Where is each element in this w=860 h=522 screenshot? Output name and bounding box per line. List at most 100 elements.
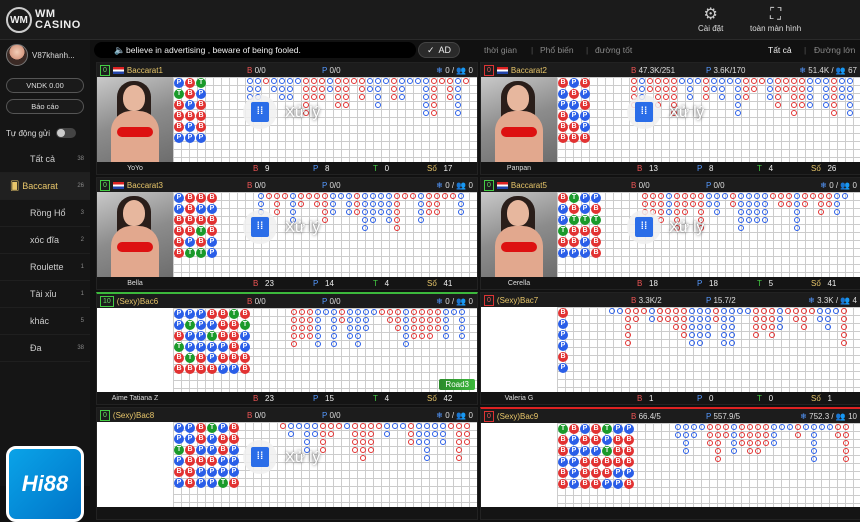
menu-item-tai-xiu[interactable]: Tài xỉu 1	[0, 281, 90, 308]
dealer-video[interactable]	[97, 77, 173, 171]
bead-banker: B	[185, 364, 195, 374]
table-number: 0	[484, 410, 494, 422]
hi88-banner[interactable]: Hi88	[6, 446, 84, 522]
total-bet: 0	[445, 180, 450, 190]
big-road-mark	[312, 423, 318, 429]
dealer-video[interactable]	[481, 307, 557, 392]
big-road-mark	[423, 94, 429, 100]
road3-badge[interactable]: Road3	[439, 379, 475, 390]
big-road-mark	[738, 225, 744, 231]
big-road-mark	[355, 325, 361, 331]
big-road-mark	[439, 78, 445, 84]
big-road-mark	[288, 431, 294, 437]
big-road-mark	[410, 193, 416, 199]
menu-item-other[interactable]: khác 5	[0, 308, 90, 335]
bead-banker: B	[174, 100, 184, 110]
round-count: Số 41	[427, 278, 453, 288]
dealer-video[interactable]	[481, 77, 557, 171]
game-table[interactable]: 0 (Sexy)Bac8 B 0/0 P 0/0 ❄ 0 / 👥 0 PPTPB…	[96, 407, 478, 520]
game-table[interactable]: 0 Baccarat3 B 0/0 P 0/0 ❄ 0 / 👥 0 PPBBBB…	[96, 177, 478, 290]
filter-all[interactable]: Tất cả	[768, 45, 792, 55]
bead-player: P	[185, 100, 195, 110]
big-road-mark	[408, 423, 414, 429]
menu-item-baccarat[interactable]: 🂠 Baccarat 26	[0, 173, 90, 200]
bead-banker: B	[196, 215, 206, 225]
player-count: 0	[468, 296, 473, 306]
game-table[interactable]: 0 (Sexy)Bac7 B 3.3K/2 P 15.7/2 ❄ 3.3K / …	[480, 292, 860, 405]
dealer-outfit	[117, 242, 153, 252]
big-road-mark	[794, 217, 800, 223]
bead-tie: T	[185, 248, 195, 258]
menu-item-xoc-dia[interactable]: xóc đĩa 2	[0, 227, 90, 254]
player-count-footer: P 8	[697, 163, 714, 173]
big-road-mark	[343, 78, 349, 84]
big-road-mark	[360, 431, 366, 437]
avatar[interactable]	[6, 44, 28, 66]
menu-item-all[interactable]: Tất cả 38	[0, 146, 90, 173]
big-road-mark	[705, 316, 711, 322]
dealer-name: Aime Tatiana Z	[111, 394, 159, 402]
ad-button[interactable]: ✓ AD	[418, 42, 460, 58]
dealer-video[interactable]	[97, 422, 173, 507]
tie-count: T 4	[757, 163, 774, 173]
big-road-mark	[681, 332, 687, 338]
settings-button[interactable]: ⚙ Cài đặt	[698, 6, 723, 33]
filter-good-road[interactable]: đường tốt	[595, 45, 632, 55]
dealer-video[interactable]	[481, 192, 557, 286]
big-road-mark	[459, 325, 465, 331]
big-road-mark	[450, 193, 456, 199]
filter-time[interactable]: thời gian	[484, 45, 517, 55]
filter-big-road[interactable]: Đường lớn	[814, 45, 855, 55]
bead-player: P	[174, 478, 184, 488]
table-road: B P P T B P T B T B B P P P T B P P P B T B B B ⁞⁞ Xử lý	[481, 192, 860, 286]
big-road-mark	[362, 193, 368, 199]
big-road-mark	[331, 325, 337, 331]
big-road-mark	[395, 309, 401, 315]
game-table[interactable]: 10 (Sexy)Bac6 B 0/0 P 0/0 ❄ 0 / 👥 0 PPBT…	[96, 292, 478, 405]
bead-banker: B	[602, 457, 612, 467]
flag-icon	[112, 66, 124, 74]
bead-player: P	[207, 434, 217, 444]
wm-casino-logo[interactable]: WM WM CASINO	[6, 7, 81, 33]
report-button[interactable]: Báo cáo	[6, 99, 84, 114]
autosend-toggle[interactable]	[56, 128, 77, 138]
menu-item-multi[interactable]: Đa 38	[0, 335, 90, 362]
people-icon: 👥	[456, 296, 467, 306]
table-name: Baccarat1	[126, 65, 163, 75]
big-road-mark	[674, 193, 680, 199]
bead-player: P	[558, 341, 568, 351]
big-road-mark	[379, 309, 385, 315]
game-table[interactable]: 0 (Sexy)Bac9 B 66.4/5 P 557.9/5 ❄ 752.3 …	[480, 407, 860, 520]
bead-player: P	[207, 342, 217, 352]
big-road-mark	[825, 316, 831, 322]
big-road-mark	[291, 341, 297, 347]
game-table[interactable]: 0 Baccarat5 B 0/0 P 0/0 ❄ 0 / 👥 0 BPPTBP…	[480, 177, 860, 290]
big-road-mark	[394, 217, 400, 223]
big-road-mark	[731, 440, 737, 446]
big-road-mark	[746, 209, 752, 215]
dealer-name: Panpan	[506, 164, 532, 172]
dealer-video[interactable]	[97, 308, 173, 392]
bead-player: P	[580, 193, 590, 203]
big-road-mark	[423, 86, 429, 92]
dealer-video[interactable]	[481, 423, 557, 507]
bead-player: P	[207, 353, 217, 363]
big-road-mark	[786, 201, 792, 207]
menu-item-roulette[interactable]: Roulette 1	[0, 254, 90, 281]
big-road-mark	[360, 423, 366, 429]
big-road-mark	[687, 86, 693, 92]
filter-popular[interactable]: Phổ biến	[540, 45, 574, 55]
big-road-mark	[690, 201, 696, 207]
table-number: 0	[484, 179, 494, 191]
menu-item-count: 1	[80, 291, 84, 297]
big-road-mark	[769, 316, 775, 322]
big-road-mark	[817, 316, 823, 322]
big-road-mark	[719, 86, 725, 92]
game-table[interactable]: 0 Baccarat2 B 47.3K/251 P 3.6K/170 ❄ 51.…	[480, 62, 860, 175]
game-table[interactable]: 0 Baccarat1 B 0/0 P 0/0 ❄ 0 / 👥 0 PTBBBP…	[96, 62, 478, 175]
table-road: P T B B B P B B P B P P T P B B B P ⁞⁞ Xử lý	[97, 77, 477, 171]
dealer-video[interactable]	[97, 192, 173, 286]
menu-item-dragon-tiger[interactable]: Rồng Hổ 3	[0, 200, 90, 227]
fullscreen-button[interactable]: ⛶ toàn màn hình	[750, 6, 801, 33]
bead-tie: T	[185, 353, 195, 363]
